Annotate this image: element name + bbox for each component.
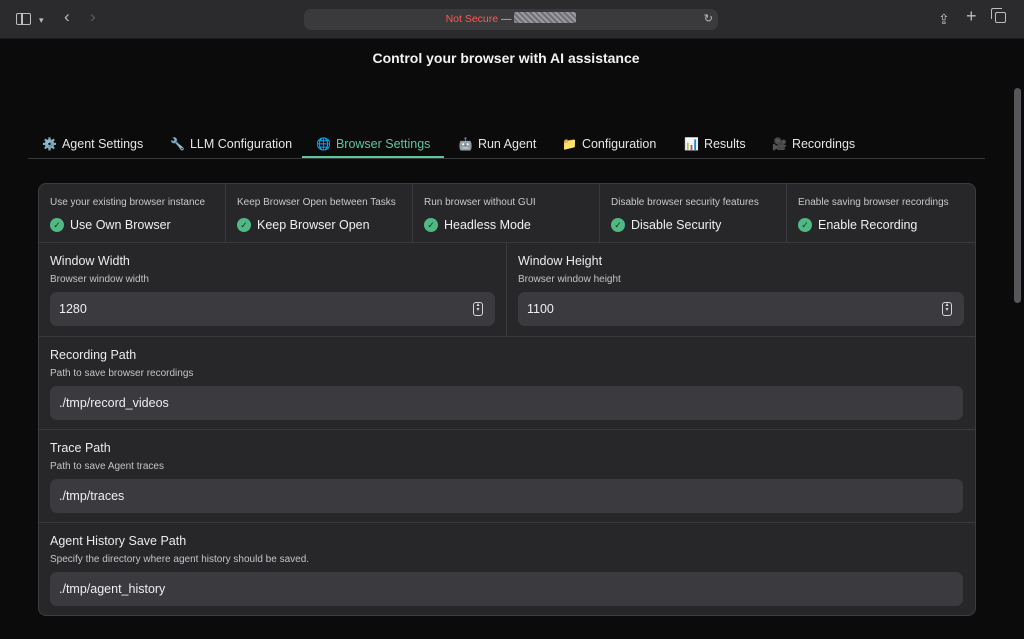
checkbox-info: Use your existing browser instance [50, 197, 206, 208]
input-value: ./tmp/agent_history [59, 582, 166, 596]
not-secure-label: Not Secure [445, 13, 499, 25]
tab-llm-configuration[interactable]: 🔧 LLM Configuration [170, 131, 292, 157]
page-title: Control your browser with AI assistance [372, 50, 640, 66]
window-width-input[interactable]: 1280 ▴ ▾ [50, 292, 495, 326]
bar-chart-icon: 📊 [684, 137, 699, 151]
checkmark-icon[interactable]: ✓ [798, 218, 812, 232]
video-camera-icon: 🎥 [772, 137, 787, 151]
disable-security-checkbox[interactable]: Disable browser security features ✓ Disa… [600, 184, 787, 242]
enable-recording-checkbox[interactable]: Enable saving browser recordings ✓ Enabl… [787, 184, 975, 242]
field-label: Trace Path [50, 441, 111, 455]
use-own-browser-checkbox[interactable]: Use your existing browser instance ✓ Use… [39, 184, 226, 242]
input-value: ./tmp/traces [59, 489, 125, 503]
input-value: ./tmp/record_videos [59, 396, 169, 410]
tab-label: Results [703, 137, 746, 151]
tab-bar: ⚙️ Agent Settings 🔧 LLM Configuration 🌐 Bro… [28, 131, 985, 159]
tab-agent-settings[interactable]: ⚙️ Agent Settings [42, 131, 143, 157]
tab-recordings[interactable]: 🎥 Recordings [772, 131, 855, 157]
browser-toolbar: ▾ ‹ › Not Secure — ↻ ⇪ + [0, 0, 1024, 39]
tab-label: Browser Settings [335, 137, 431, 151]
number-stepper-icon[interactable]: ▴ ▾ [942, 302, 952, 316]
browser-settings-panel: Use your existing browser instance ✓ Use… [38, 183, 976, 616]
field-info: Specify the directory where agent histor… [50, 554, 310, 565]
tab-label: Configuration [581, 137, 657, 151]
globe-icon: 🌐 [316, 137, 331, 151]
checkbox-info: Disable browser security features [611, 197, 759, 208]
agent-history-path-input[interactable]: ./tmp/agent_history [50, 572, 963, 606]
recording-path-input[interactable]: ./tmp/record_videos [50, 386, 963, 420]
reload-icon[interactable]: ↻ [704, 9, 713, 30]
chevron-down-icon[interactable]: ▾ [39, 11, 44, 29]
checkbox-info: Keep Browser Open between Tasks [237, 197, 396, 208]
new-tab-icon[interactable]: + [966, 7, 977, 25]
agent-history-path-field: Agent History Save Path Specify the dire… [39, 523, 975, 615]
checkbox-label: Enable Recording [818, 218, 918, 232]
window-width-field: Window Width Browser window width 1280 ▴… [39, 243, 506, 336]
forward-arrow-icon[interactable]: › [90, 8, 96, 26]
tab-configuration[interactable]: 📁 Configuration [562, 131, 656, 157]
sidebar-toggle-icon[interactable] [16, 13, 31, 25]
tab-label: LLM Configuration [189, 137, 293, 151]
field-info: Browser window width [50, 274, 149, 285]
input-value: 1280 [59, 302, 87, 316]
wrench-icon: 🔧 [170, 137, 185, 151]
field-label: Window Width [50, 254, 130, 268]
checkbox-label: Headless Mode [444, 218, 531, 232]
window-height-field: Window Height Browser window height 1100… [507, 243, 975, 336]
keep-browser-open-checkbox[interactable]: Keep Browser Open between Tasks ✓ Keep B… [226, 184, 413, 242]
checkbox-label: Disable Security [631, 218, 722, 232]
address-bar[interactable]: Not Secure — ↻ [304, 9, 718, 30]
checkbox-label: Keep Browser Open [257, 218, 370, 232]
trace-path-input[interactable]: ./tmp/traces [50, 479, 963, 513]
field-info: Path to save browser recordings [50, 368, 194, 379]
share-icon[interactable]: ⇪ [938, 10, 950, 28]
recording-path-field: Recording Path Path to save browser reco… [39, 337, 975, 429]
checkmark-icon[interactable]: ✓ [424, 218, 438, 232]
robot-icon: 🤖 [458, 137, 473, 151]
input-value: 1100 [527, 302, 554, 316]
window-height-input[interactable]: 1100 ▴ ▾ [518, 292, 964, 326]
gear-icon: ⚙️ [42, 137, 57, 151]
field-info: Path to save Agent traces [50, 461, 164, 472]
page-scrollbar[interactable] [1014, 88, 1021, 303]
checkbox-info: Enable saving browser recordings [798, 197, 949, 208]
tab-browser-settings[interactable]: 🌐 Browser Settings [302, 131, 445, 158]
tab-label: Agent Settings [61, 137, 144, 151]
field-label: Agent History Save Path [50, 534, 187, 548]
tab-label: Recordings [791, 137, 856, 151]
trace-path-field: Trace Path Path to save Agent traces ./t… [39, 430, 975, 522]
checkbox-label: Use Own Browser [70, 218, 171, 232]
number-stepper-icon[interactable]: ▴ ▾ [473, 302, 483, 316]
headless-mode-checkbox[interactable]: Run browser without GUI ✓ Headless Mode [413, 184, 600, 242]
field-label: Recording Path [50, 348, 137, 362]
checkmark-icon[interactable]: ✓ [237, 218, 251, 232]
field-label: Window Height [518, 254, 603, 268]
back-arrow-icon[interactable]: ‹ [64, 8, 70, 26]
checkmark-icon[interactable]: ✓ [50, 218, 64, 232]
tab-run-agent[interactable]: 🤖 Run Agent [458, 131, 536, 157]
checkbox-info: Run browser without GUI [424, 197, 536, 208]
field-info: Browser window height [518, 274, 621, 285]
checkbox-row: Use your existing browser instance ✓ Use… [39, 184, 975, 243]
tab-label: Run Agent [477, 137, 537, 151]
tab-overview-icon[interactable] [991, 8, 1006, 23]
folder-icon: 📁 [562, 137, 577, 151]
checkmark-icon[interactable]: ✓ [611, 218, 625, 232]
redacted-url [514, 12, 577, 23]
tab-results[interactable]: 📊 Results [684, 131, 746, 157]
url-separator: — [498, 13, 515, 25]
